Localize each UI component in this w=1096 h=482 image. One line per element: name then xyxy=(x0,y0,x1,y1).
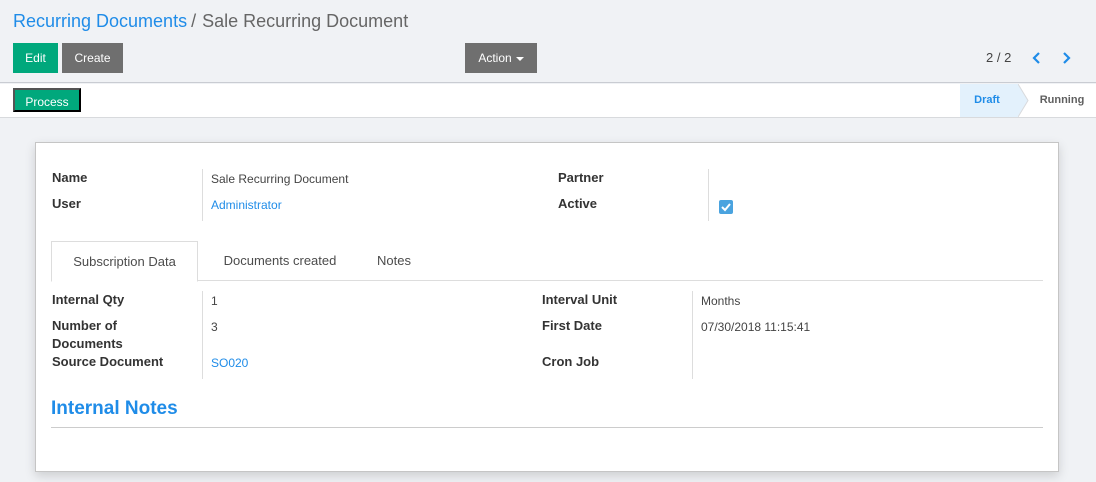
tab-notes[interactable]: Notes xyxy=(361,241,427,281)
notebook-tabs: Subscription Data Documents created Note… xyxy=(51,241,1043,282)
chevron-left-icon[interactable] xyxy=(1030,50,1044,66)
active-label: Active xyxy=(558,196,598,211)
number-of-documents-label-line1: Number of xyxy=(52,318,117,333)
form-sheet: Name Sale Recurring Document User Admini… xyxy=(35,142,1059,472)
breadcrumb-separator: / xyxy=(191,11,197,31)
pager-value[interactable]: 2 / 2 xyxy=(986,48,1011,68)
control-panel: Recurring Documents / Sale Recurring Docum… xyxy=(0,0,1096,83)
process-button[interactable]: Process xyxy=(13,88,81,112)
interval-unit-field[interactable]: Months xyxy=(701,292,740,310)
stage-arrow-outline xyxy=(1018,84,1029,117)
create-button[interactable]: Create xyxy=(62,43,123,73)
field-divider xyxy=(692,291,693,379)
chevron-right-icon[interactable] xyxy=(1059,50,1073,66)
edit-button[interactable]: Edit xyxy=(13,43,58,73)
internal-notes-title: Internal Notes xyxy=(51,398,178,419)
field-divider xyxy=(202,169,203,221)
first-date-field[interactable]: 07/30/2018 11:15:41 xyxy=(701,318,810,336)
tab-subscription-data[interactable]: Subscription Data xyxy=(51,241,198,282)
tab-documents-created[interactable]: Documents created xyxy=(201,241,359,281)
breadcrumb-current: Sale Recurring Document xyxy=(202,11,409,31)
name-field[interactable]: Sale Recurring Document xyxy=(211,170,348,188)
internal-qty-field[interactable]: 1 xyxy=(211,292,218,310)
cron-job-label: Cron Job xyxy=(542,354,600,369)
user-label: User xyxy=(52,196,81,211)
source-document-label: Source Document xyxy=(52,354,164,369)
action-button-label: Action xyxy=(478,51,512,65)
caret-down-icon xyxy=(515,56,524,61)
user-link[interactable]: Administrator xyxy=(211,196,282,214)
breadcrumb: Recurring Documents / Sale Recurring Docum… xyxy=(13,10,408,32)
breadcrumb-parent-link[interactable]: Recurring Documents xyxy=(13,11,187,31)
field-divider xyxy=(708,169,709,221)
number-of-documents-label-line2: Documents xyxy=(52,336,123,351)
statusbar: Process Draft Running xyxy=(0,84,1096,118)
source-document-link[interactable]: SO020 xyxy=(211,354,248,372)
active-checkbox[interactable] xyxy=(719,200,733,214)
number-of-documents-label: Number of Documents xyxy=(52,317,123,353)
check-icon xyxy=(721,203,731,212)
internal-notes-divider xyxy=(51,427,1043,428)
stage-draft[interactable]: Draft xyxy=(960,84,1018,117)
field-divider xyxy=(202,291,203,379)
first-date-label: First Date xyxy=(542,318,602,333)
action-dropdown-button[interactable]: Action xyxy=(465,43,537,73)
number-of-documents-field[interactable]: 3 xyxy=(211,318,218,336)
name-label: Name xyxy=(52,170,88,185)
interval-unit-label: Interval Unit xyxy=(542,292,618,307)
partner-label: Partner xyxy=(558,170,604,185)
internal-qty-label: Internal Qty xyxy=(52,292,125,307)
stage-running[interactable]: Running xyxy=(1032,84,1092,117)
